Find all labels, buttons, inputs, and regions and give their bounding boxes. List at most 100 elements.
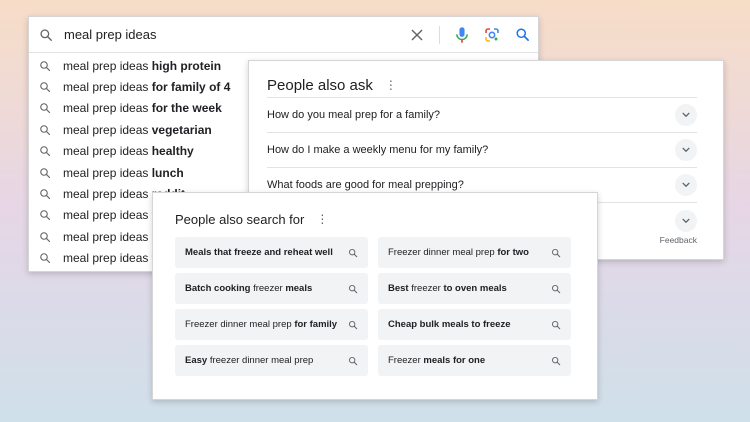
related-search-label-part: freezer dinner meal prep (207, 355, 314, 366)
related-search-label: Freezer dinner meal prep for family (185, 319, 337, 330)
related-search-label-part: meals (285, 283, 313, 294)
paa-question[interactable]: How do I make a weekly menu for my famil… (267, 133, 697, 168)
related-search-chip[interactable]: Best freezer to oven meals (378, 273, 571, 304)
search-icon (349, 320, 358, 329)
suggestion-completion: for family of 4 (151, 80, 231, 95)
search-icon (40, 210, 51, 221)
search-icon (40, 103, 51, 114)
search-bar (29, 17, 538, 53)
suggestion-text: meal prep ideas lunch (63, 166, 184, 180)
pasf-chip-grid: Meals that freeze and reheat well Freezer… (175, 237, 571, 376)
search-input[interactable] (64, 27, 409, 42)
related-search-label-part: Freezer dinner meal prep (388, 247, 498, 258)
chevron-down-icon[interactable] (675, 139, 697, 161)
search-icon (552, 320, 561, 329)
suggestion-prefix: meal prep ideas (63, 122, 152, 137)
paa-question-text: How do I make a weekly menu for my famil… (267, 144, 489, 156)
related-search-label-part: Cheap bulk meals to freeze (388, 319, 511, 330)
divider (439, 25, 440, 44)
pasf-title: People also search for (175, 211, 305, 227)
related-search-chip[interactable]: Freezer meals for one (378, 345, 571, 376)
microphone-icon[interactable] (454, 26, 470, 43)
related-search-label-part: Easy (185, 355, 208, 366)
suggestion-prefix: meal prep ideas (63, 58, 152, 73)
search-icon (40, 232, 51, 242)
search-icon (40, 146, 51, 157)
more-options-icon[interactable]: ⋮ (385, 79, 397, 91)
paa-title: People also ask (267, 76, 373, 94)
related-search-chip[interactable]: Cheap bulk meals to freeze (378, 309, 571, 340)
related-search-label-part: for two (497, 247, 529, 258)
people-also-search-for-panel: People also search for ⋮ Meals that free… (152, 192, 598, 400)
related-search-label: Easy freezer dinner meal prep (185, 355, 313, 366)
pasf-header: People also search for ⋮ (153, 193, 597, 229)
chevron-down-icon[interactable] (675, 209, 697, 232)
suggestion-text: meal prep ideas healthy (63, 144, 194, 158)
suggestion-prefix: meal prep ideas (63, 251, 152, 266)
related-search-label-part: to oven meals (443, 283, 507, 294)
search-icon (40, 167, 51, 178)
related-search-chip[interactable]: Easy freezer dinner meal prep (175, 345, 368, 376)
search-submit-icon[interactable] (514, 27, 530, 43)
search-icon (552, 248, 561, 257)
paa-question-text: How do you meal prep for a family? (267, 109, 441, 121)
search-icon (40, 82, 51, 93)
suggestion-prefix: meal prep ideas (63, 229, 152, 244)
search-icon (349, 284, 358, 293)
related-search-label: Freezer meals for one (388, 355, 485, 366)
related-search-chip[interactable]: Freezer dinner meal prep for family (175, 309, 368, 340)
related-search-label: Cheap bulk meals to freeze (388, 319, 510, 330)
suggestion-text: meal prep ideas high protein (63, 59, 221, 73)
search-icon (40, 125, 51, 135)
chevron-down-icon[interactable] (675, 104, 697, 126)
suggestion-text: meal prep ideas f (63, 230, 156, 244)
related-search-label-part: for family (294, 319, 338, 330)
clear-icon[interactable] (409, 27, 425, 43)
suggestion-completion: healthy (151, 144, 194, 159)
suggestion-text: meal prep ideas f (63, 208, 156, 222)
suggestion-completion: vegetarian (151, 122, 212, 137)
related-search-label-part: Freezer (388, 355, 424, 366)
related-search-label-part: Best (388, 283, 409, 294)
chevron-down-icon[interactable] (675, 174, 697, 196)
suggestion-text: meal prep ideas vegetarian (63, 123, 212, 137)
search-icon (40, 189, 51, 200)
related-search-label: Freezer dinner meal prep for two (388, 247, 529, 258)
more-options-icon[interactable]: ⋮ (316, 213, 328, 225)
related-search-chip[interactable]: Meals that freeze and reheat well (175, 237, 368, 268)
search-icon (40, 28, 52, 41)
related-search-label-part: meals for one (423, 355, 486, 366)
paa-question[interactable]: How do you meal prep for a family? (267, 98, 697, 133)
suggestion-prefix: meal prep ideas (63, 165, 152, 180)
related-search-chip[interactable]: Freezer dinner meal prep for two (378, 237, 571, 268)
search-icon (349, 356, 358, 365)
search-icon (552, 356, 561, 365)
related-search-chip[interactable]: Batch cooking freezer meals (175, 273, 368, 304)
related-search-label-part: Freezer dinner meal prep (185, 319, 295, 330)
suggestion-prefix: meal prep ideas (63, 101, 152, 116)
related-search-label: Batch cooking freezer meals (185, 283, 312, 294)
related-search-label-part: freezer (408, 283, 444, 294)
suggestion-prefix: meal prep ideas (63, 208, 152, 223)
search-icon (552, 284, 561, 293)
related-search-label: Best freezer to oven meals (388, 283, 507, 294)
suggestion-completion: for the week (151, 101, 222, 116)
paa-header: People also ask ⋮ (249, 61, 723, 97)
related-search-label: Meals that freeze and reheat well (185, 247, 333, 258)
lens-icon[interactable] (484, 27, 500, 43)
feedback-link[interactable]: Feedback (660, 235, 697, 245)
suggestion-text: meal prep ideas f (63, 251, 156, 265)
related-search-label-part: freezer (250, 283, 286, 294)
suggestion-prefix: meal prep ideas (63, 144, 152, 159)
suggestion-completion: lunch (151, 165, 184, 180)
suggestion-completion: high protein (151, 58, 222, 73)
suggestion-text: meal prep ideas for family of 4 (63, 80, 230, 94)
paa-question-text: What foods are good for meal prepping? (267, 179, 464, 191)
related-search-label-part: Meals that freeze and reheat well (185, 247, 333, 258)
search-icon (40, 253, 51, 264)
search-bar-actions (409, 25, 530, 44)
search-icon (349, 248, 358, 257)
suggestion-prefix: meal prep ideas (63, 80, 152, 95)
search-icon (40, 60, 51, 71)
suggestion-text: meal prep ideas for the week (63, 101, 222, 115)
